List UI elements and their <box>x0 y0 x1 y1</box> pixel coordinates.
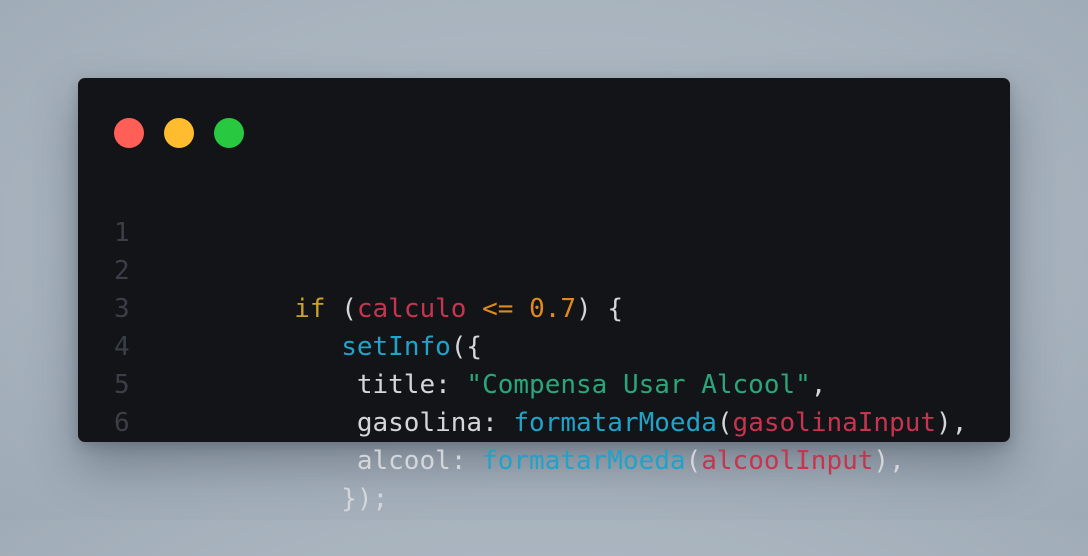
maximize-button-dot[interactable] <box>214 118 244 148</box>
code-token: }); <box>294 484 389 514</box>
code-token: alcoolInput <box>701 446 874 476</box>
code-window: 1 if (calculo <= 0.7) { 2 setInfo({ 3 ti… <box>78 78 1010 514</box>
code-token: ), <box>873 446 905 476</box>
line-number: 6 <box>114 408 130 438</box>
line-source: }); <box>169 442 388 556</box>
code-line: 1 if (calculo <= 0.7) { <box>78 176 1010 324</box>
code-token: formatarMoeda <box>482 446 686 476</box>
code-line: 6 }); <box>78 366 1010 514</box>
close-button-dot[interactable] <box>114 118 144 148</box>
code-token: ), <box>936 408 968 438</box>
code-line: 2 setInfo({ <box>78 214 1010 362</box>
minimize-button-dot[interactable] <box>164 118 194 148</box>
code-line: 4 gasolina: formatarMoeda(gasolinaInput)… <box>78 290 1010 438</box>
code-line: 3 title: "Compensa Usar Alcool", <box>78 252 1010 400</box>
code-token: ( <box>685 446 702 476</box>
code-line: 5 alcool: formatarMoeda(alcoolInput), <box>78 328 1010 476</box>
code-block: 1 if (calculo <= 0.7) { 2 setInfo({ 3 ti… <box>78 176 1010 514</box>
